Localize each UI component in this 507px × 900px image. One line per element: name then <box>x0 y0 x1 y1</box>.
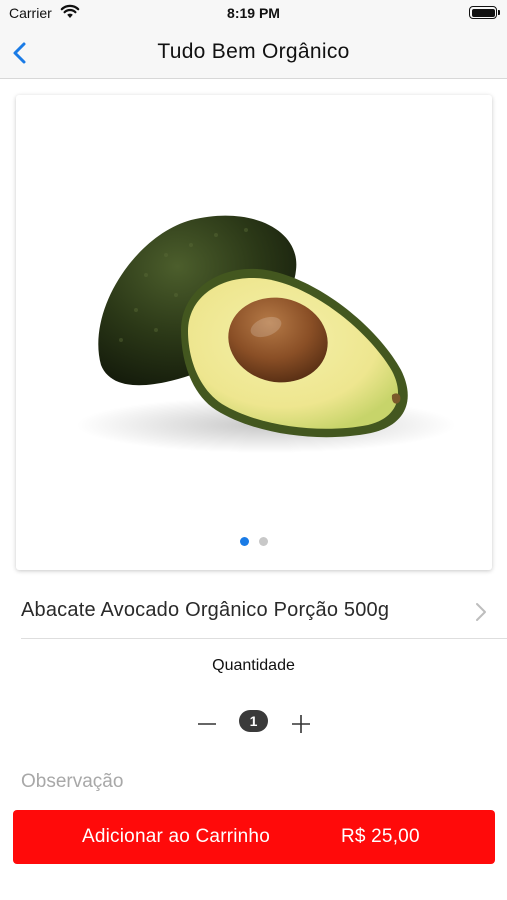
page-indicator[interactable] <box>16 537 492 546</box>
add-to-cart-button[interactable]: Adicionar ao Carrinho R$ 25,00 <box>13 810 495 864</box>
plus-icon <box>292 715 310 733</box>
divider <box>21 638 507 639</box>
add-to-cart-label: Adicionar ao Carrinho <box>82 826 270 847</box>
status-bar: Carrier 8:19 PM <box>0 0 507 28</box>
product-detail-row[interactable]: Abacate Avocado Orgânico Porção 500g <box>0 585 507 639</box>
page-title: Tudo Bem Orgânico <box>157 40 350 63</box>
navigation-bar: Tudo Bem Orgânico <box>0 28 507 79</box>
quantity-label: Quantidade <box>212 657 295 674</box>
decrease-quantity-button[interactable] <box>194 711 220 737</box>
page-dot[interactable] <box>259 537 268 546</box>
product-image-gallery[interactable] <box>16 95 492 570</box>
quantity-value: 1 <box>239 710 268 732</box>
page-dot-active[interactable] <box>240 537 249 546</box>
product-name: Abacate Avocado Orgânico Porção 500g <box>21 599 390 621</box>
product-image <box>76 215 456 453</box>
chevron-right-icon <box>476 603 486 621</box>
battery-icon <box>469 6 500 19</box>
minus-icon <box>198 723 216 725</box>
price-label: R$ 25,00 <box>341 826 420 847</box>
increase-quantity-button[interactable] <box>288 711 314 737</box>
observation-input[interactable] <box>21 767 491 797</box>
clock-label: 8:19 PM <box>227 5 280 21</box>
